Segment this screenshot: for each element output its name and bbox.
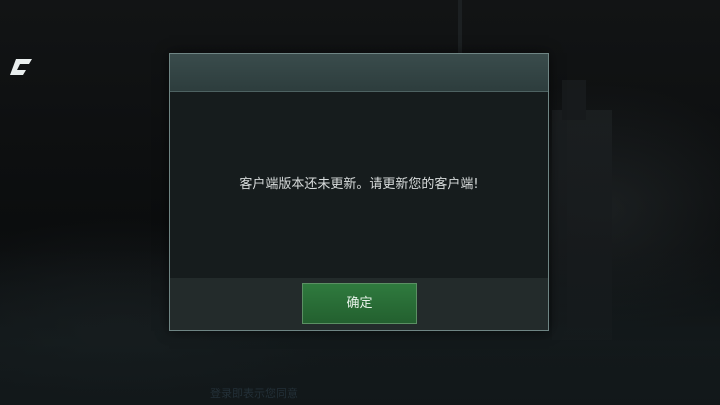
game-screen: 登录即表示您同意 客户端版本还未更新。请更新您的客户端! 确定 [0,0,720,405]
confirm-button[interactable]: 确定 [302,283,417,324]
dialog-body: 客户端版本还未更新。请更新您的客户端! [170,92,548,278]
dialog-header [170,54,548,92]
update-required-dialog: 客户端版本还未更新。请更新您的客户端! 确定 [169,53,549,331]
dialog-message: 客户端版本还未更新。请更新您的客户端! [239,177,479,192]
dialog-footer: 确定 [170,278,548,330]
background-pole [458,0,462,56]
bottom-hint-text: 登录即表示您同意 [210,387,298,400]
c-logo-icon [10,59,32,75]
